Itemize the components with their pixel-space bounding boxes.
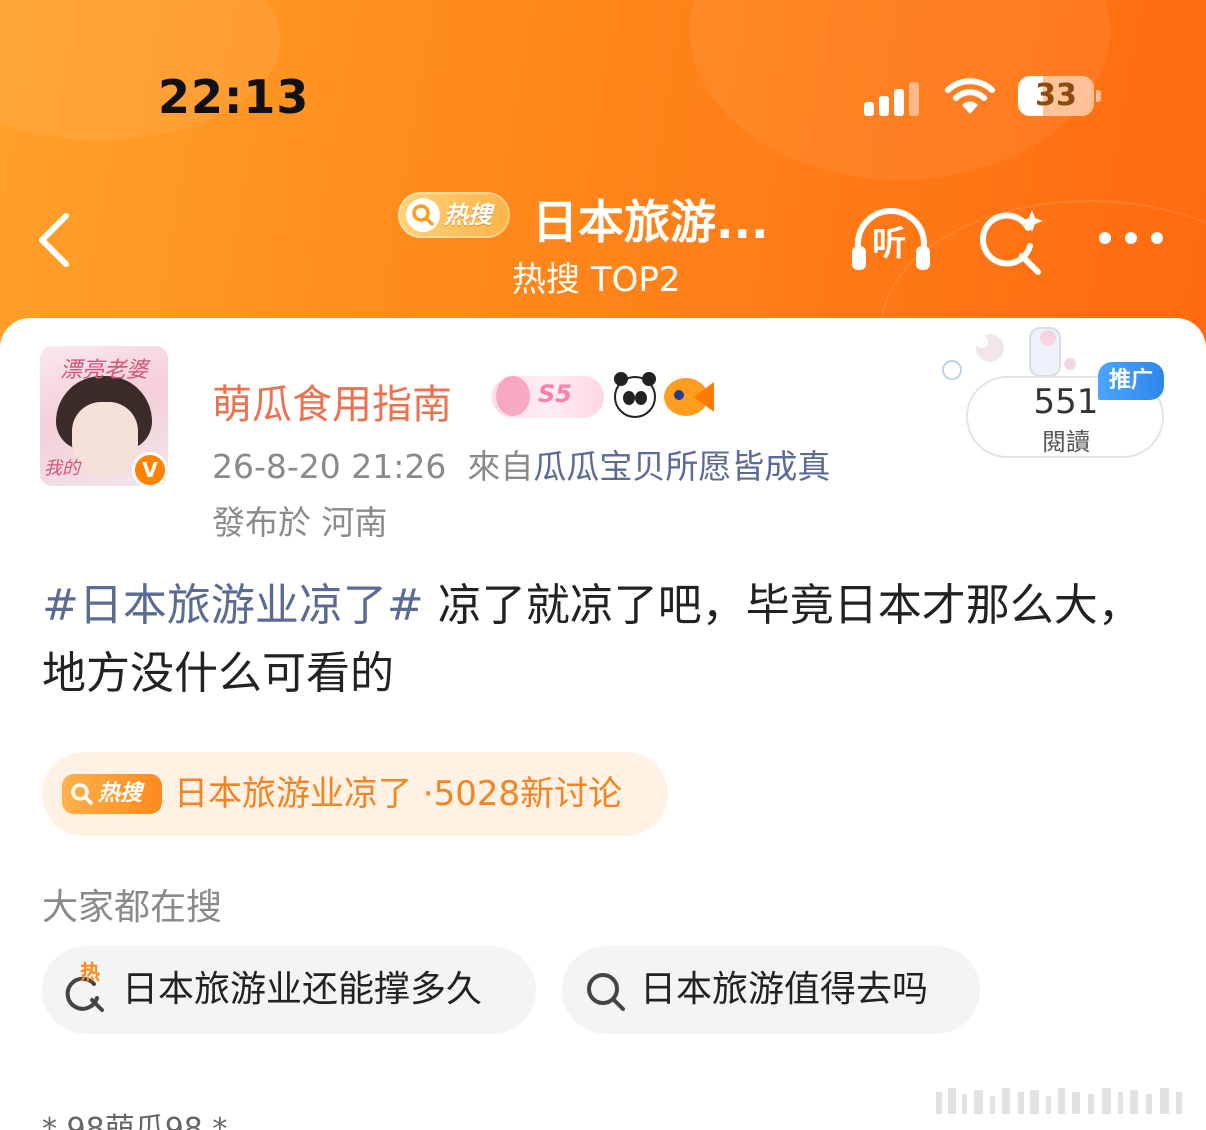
search-sparkle-icon[interactable] (976, 206, 1046, 276)
hot-search-badge[interactable]: 热搜 (398, 192, 510, 238)
chevron-left-icon (39, 213, 69, 267)
from-label: 來自 (467, 447, 534, 486)
footer-text: * 98萌瓜98 * (42, 1112, 228, 1130)
read-count-label: 閱讀 (1042, 428, 1090, 456)
hot-topic-text: 日本旅游业凉了 ·5028新讨论 (174, 774, 623, 814)
search-suggestion-chip[interactable]: 热 日本旅游业还能撑多久 (42, 946, 536, 1034)
post-date: 26-8-20 21:26 (212, 447, 447, 486)
more-dots-icon[interactable] (1096, 228, 1166, 248)
post-source-link[interactable]: 瓜瓜宝贝所愿皆成真 (533, 447, 830, 486)
search-icon (71, 783, 93, 805)
hot-topic-chip[interactable]: 热搜 日本旅游业凉了 ·5028新讨论 (42, 752, 668, 836)
page-title: 日本旅游... (532, 195, 769, 249)
battery-tip (1096, 90, 1101, 102)
hashtag-link[interactable]: #日本旅游业凉了# (42, 580, 424, 631)
ad-tag: 推广 (1098, 362, 1164, 400)
fish-icon[interactable] (664, 378, 714, 416)
pig-icon (496, 376, 530, 416)
level-badge-label: S5 (538, 380, 572, 408)
level-badge[interactable]: S5 (492, 376, 604, 418)
hot-mark: 热 (80, 960, 100, 984)
avatar-caption-bottom: 我的 (44, 458, 80, 479)
hot-search-tag: 热搜 (62, 774, 162, 814)
author-name[interactable]: 萌瓜食用指南 (212, 372, 452, 430)
header-background (0, 0, 1206, 360)
cellular-signal-icon (864, 80, 924, 116)
wifi-icon (944, 76, 996, 116)
listen-label: 听 (872, 224, 906, 264)
page-subtitle: 热搜 TOP2 (512, 260, 681, 300)
search-suggestion-label: 日本旅游业还能撑多久 (122, 969, 483, 1010)
post-body: #日本旅游业凉了# 凉了就凉了吧，毕竟日本才那么大，地方没什么可看的 (42, 572, 1162, 708)
watermark-icon (936, 1088, 1182, 1114)
back-button[interactable] (34, 210, 74, 270)
search-suggestion-chip[interactable]: 日本旅游值得去吗 (562, 946, 980, 1034)
post-meta: 26-8-20 21:26 來自瓜瓜宝贝所愿皆成真 (212, 440, 830, 488)
battery-indicator: 33 (1018, 76, 1094, 116)
post-location: 發布於 河南 (212, 503, 388, 542)
hot-search-tag-label: 热搜 (98, 781, 143, 806)
search-icon (406, 198, 440, 232)
headphones-listen-icon[interactable]: 听 (850, 206, 932, 272)
panda-icon[interactable] (614, 372, 656, 418)
avatar-caption-top: 漂亮老婆 (60, 358, 149, 383)
search-icon (587, 973, 625, 1011)
hot-search-badge-label: 热搜 (444, 201, 492, 229)
verified-badge: V (132, 452, 168, 488)
everyone-searching-heading: 大家都在搜 (42, 887, 223, 928)
search-suggestion-label: 日本旅游值得去吗 (640, 969, 929, 1010)
status-time: 22:13 (158, 70, 310, 124)
battery-percent: 33 (1035, 78, 1077, 113)
